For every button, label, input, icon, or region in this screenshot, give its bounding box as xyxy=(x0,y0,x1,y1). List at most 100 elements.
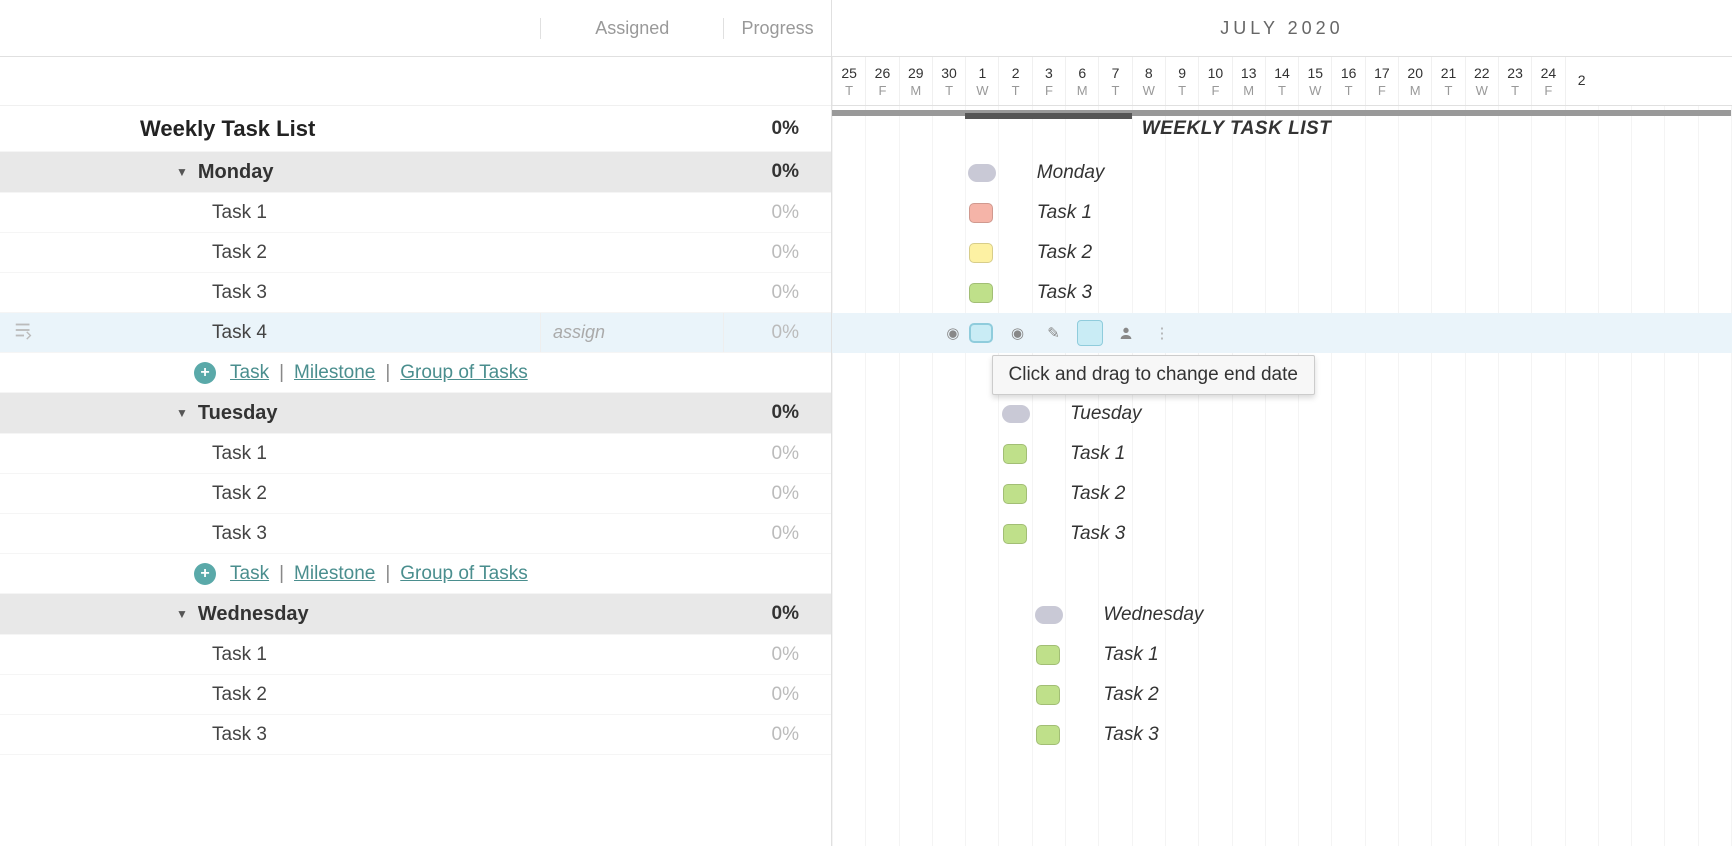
add-row[interactable]: + Task | Milestone | Group of Tasks xyxy=(0,554,831,594)
gantt-panel: JULY 2020 25T26F29M30T1W2T3F6M7T8W9T10F1… xyxy=(832,0,1732,846)
gantt-task-bar[interactable] xyxy=(969,283,993,303)
gantt-group-marker[interactable] xyxy=(1002,405,1030,423)
chevron-down-icon[interactable]: ▼ xyxy=(176,607,188,621)
add-row[interactable]: + Task | Milestone | Group of Tasks xyxy=(0,353,831,393)
gantt-task-bar[interactable] xyxy=(1003,444,1027,464)
progress-cell: 0% xyxy=(724,233,831,272)
add-plus-icon[interactable]: + xyxy=(194,563,216,585)
column-header-progress: Progress xyxy=(724,18,831,39)
chevron-down-icon[interactable]: ▼ xyxy=(176,165,188,179)
gantt-task-bar[interactable] xyxy=(1036,725,1060,745)
day-column: 7T xyxy=(1098,57,1131,105)
group-row[interactable]: ▼ Tuesday 0% xyxy=(0,393,831,434)
group-row[interactable]: ▼ Wednesday 0% xyxy=(0,594,831,635)
gantt-row[interactable]: Click and drag to change end date xyxy=(832,353,1732,393)
project-title: Weekly Task List xyxy=(140,116,315,142)
group-row[interactable]: ▼Monday0% xyxy=(0,152,831,193)
left-column-headers: Assigned Progress xyxy=(0,0,831,57)
add-task-link[interactable]: Task xyxy=(230,362,269,384)
add-group-link[interactable]: Group of Tasks xyxy=(400,362,527,384)
task-name: Task 3 xyxy=(212,523,267,545)
drag-end-handle-icon[interactable]: ◉ xyxy=(1005,320,1031,346)
color-swatch-icon[interactable] xyxy=(1077,320,1103,346)
group-name: Tuesday xyxy=(198,402,278,425)
gantt-row[interactable]: Task 3 xyxy=(832,273,1732,313)
project-active-span xyxy=(965,113,1132,119)
gantt-task-bar[interactable] xyxy=(969,203,993,223)
gantt-task-label: Task 3 xyxy=(1070,523,1125,545)
task-row[interactable]: Task 20% xyxy=(0,474,831,514)
edit-icon[interactable]: ✎ xyxy=(1041,320,1067,346)
task-row[interactable]: Task 30% xyxy=(0,273,831,313)
gantt-row[interactable]: Wednesday xyxy=(832,594,1732,635)
gantt-row[interactable]: Task 1 xyxy=(832,193,1732,233)
gantt-task-label: Task 2 xyxy=(1103,684,1158,706)
progress-cell: 0% xyxy=(724,434,831,473)
progress-cell: 0% xyxy=(724,474,831,513)
task-row[interactable]: Task 10% xyxy=(0,193,831,233)
gantt-group-marker[interactable] xyxy=(968,164,996,182)
chevron-down-icon[interactable]: ▼ xyxy=(176,406,188,420)
task-name: Task 4 xyxy=(212,322,267,344)
task-row[interactable]: Task 10% xyxy=(0,635,831,675)
more-options-icon[interactable]: ⋮ xyxy=(1149,320,1175,346)
gantt-row[interactable]: WEEKLY TASK LIST xyxy=(832,106,1732,152)
gantt-row[interactable]: ◉ ◉ ✎ ⋮ xyxy=(832,313,1732,353)
gantt-row[interactable]: Task 1 xyxy=(832,635,1732,675)
assign-person-icon[interactable] xyxy=(1113,320,1139,346)
gantt-task-bar[interactable] xyxy=(969,243,993,263)
gantt-row[interactable]: Task 2 xyxy=(832,675,1732,715)
progress-cell: 0% xyxy=(724,106,831,151)
add-milestone-link[interactable]: Milestone xyxy=(294,362,375,384)
drag-start-handle-icon[interactable]: ◉ xyxy=(940,320,966,346)
task-toolbar: ◉ ✎ ⋮ xyxy=(1005,320,1175,346)
gantt-row[interactable]: Task 3 xyxy=(832,514,1732,554)
gantt-task-bar[interactable] xyxy=(1003,484,1027,504)
assign-cell[interactable]: assign xyxy=(540,313,724,352)
gantt-task-bar[interactable] xyxy=(969,323,993,343)
project-row[interactable]: Weekly Task List 0% xyxy=(0,106,831,152)
gantt-row[interactable]: Monday xyxy=(832,152,1732,193)
day-column: 20M xyxy=(1398,57,1431,105)
progress-cell: 0% xyxy=(724,594,831,634)
gantt-project-label: WEEKLY TASK LIST xyxy=(1142,118,1332,140)
gantt-group-marker[interactable] xyxy=(1035,606,1063,624)
task-row[interactable]: Task 20% xyxy=(0,675,831,715)
add-plus-icon[interactable]: + xyxy=(194,362,216,384)
task-name: Task 1 xyxy=(212,644,267,666)
add-milestone-link[interactable]: Milestone xyxy=(294,563,375,585)
gantt-row[interactable]: Tuesday xyxy=(832,393,1732,434)
day-column: 14T xyxy=(1265,57,1298,105)
gantt-task-bar[interactable] xyxy=(1036,685,1060,705)
group-name: Wednesday xyxy=(198,603,309,626)
gantt-task-bar[interactable] xyxy=(1003,524,1027,544)
day-column: 2 xyxy=(1565,57,1598,105)
gantt-row[interactable] xyxy=(832,554,1732,594)
add-task-link[interactable]: Task xyxy=(230,563,269,585)
task-row[interactable]: Task 20% xyxy=(0,233,831,273)
day-column: 2T xyxy=(998,57,1031,105)
day-column: 21T xyxy=(1431,57,1464,105)
add-group-link[interactable]: Group of Tasks xyxy=(400,563,527,585)
gantt-row[interactable]: Task 2 xyxy=(832,474,1732,514)
gantt-row[interactable]: Task 1 xyxy=(832,434,1732,474)
day-column: 22W xyxy=(1465,57,1498,105)
day-header: 25T26F29M30T1W2T3F6M7T8W9T10F13M14T15W16… xyxy=(832,57,1732,106)
gantt-group-label: Tuesday xyxy=(1070,403,1141,425)
gantt-task-label: Task 3 xyxy=(1103,724,1158,746)
day-column: 13M xyxy=(1232,57,1265,105)
task-row[interactable]: Task 10% xyxy=(0,434,831,474)
task-row[interactable]: Task 30% xyxy=(0,514,831,554)
gantt-row[interactable]: Task 3 xyxy=(832,715,1732,755)
progress-cell: 0% xyxy=(724,675,831,714)
progress-cell: 0% xyxy=(724,193,831,232)
group-name: Monday xyxy=(198,161,274,184)
row-handle-icon[interactable] xyxy=(13,319,35,346)
gantt-row[interactable]: Task 2 xyxy=(832,233,1732,273)
task-row[interactable]: Task 4assign0% xyxy=(0,313,831,353)
gantt-task-bar[interactable] xyxy=(1036,645,1060,665)
gantt-group-label: Monday xyxy=(1037,162,1105,184)
task-row[interactable]: Task 30% xyxy=(0,715,831,755)
progress-cell: 0% xyxy=(724,393,831,433)
task-name: Task 3 xyxy=(212,282,267,304)
